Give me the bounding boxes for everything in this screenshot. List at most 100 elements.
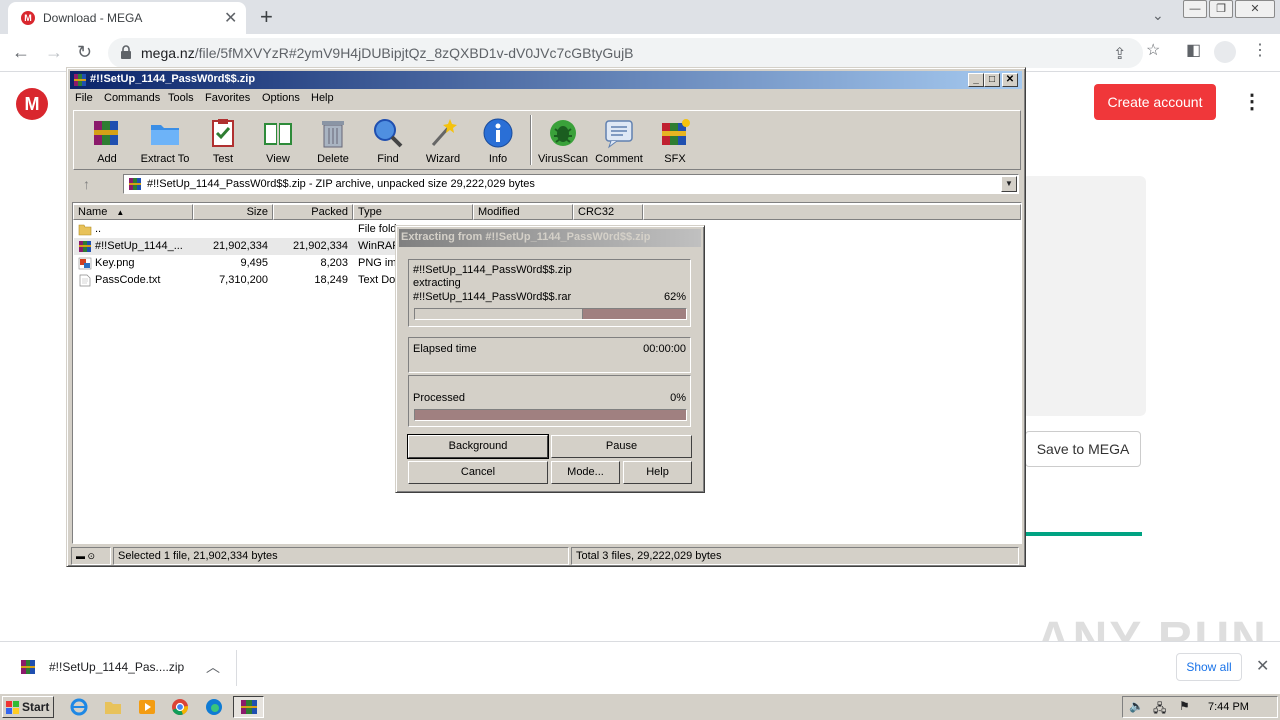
winrar-titlebar[interactable]: #!!SetUp_1144_PassW0rd$$.zip _ □ ✕ <box>70 71 1022 89</box>
file-type: File fold <box>358 223 397 235</box>
winrar-maximize-button[interactable]: □ <box>984 73 1000 87</box>
menu-commands[interactable]: Commands <box>104 92 160 104</box>
volume-icon[interactable]: 🔈 <box>1129 699 1144 713</box>
taskbar-clock[interactable]: 7:44 PM <box>1208 701 1249 713</box>
add-archive-icon <box>94 121 118 145</box>
url-text: mega.nz/file/5fMXVYzR#2ymV9H4jDUBipjtQz_… <box>141 45 634 61</box>
winrar-minimize-button[interactable]: _ <box>968 73 984 87</box>
reload-icon[interactable]: ↻ <box>77 42 92 63</box>
create-account-button[interactable]: Create account <box>1094 84 1216 120</box>
profile-avatar-icon[interactable] <box>1214 41 1236 63</box>
back-arrow-icon[interactable]: ← <box>12 42 30 63</box>
start-button[interactable]: Start <box>2 696 54 718</box>
winrar-close-button[interactable]: ✕ <box>1002 73 1018 87</box>
path-combobox[interactable]: #!!SetUp_1144_PassW0rd$$.zip - ZIP archi… <box>123 174 1019 194</box>
background-button[interactable]: Background <box>407 434 549 459</box>
file-name: .. <box>95 223 102 235</box>
minimize-window-button[interactable]: — <box>1183 0 1207 18</box>
tool-add-button[interactable]: Add <box>78 115 136 169</box>
browser-menu-icon[interactable]: ⋮ <box>1252 40 1268 60</box>
tool-comment-button[interactable]: Comment <box>590 115 648 169</box>
zip-archive-icon <box>129 178 141 190</box>
mega-logo[interactable]: M <box>16 88 48 120</box>
forward-arrow-icon[interactable]: → <box>45 42 63 63</box>
tool-extract-to-button[interactable]: Extract To <box>136 115 194 169</box>
file-size: 9,495 <box>240 257 268 269</box>
extract-dialog-titlebar[interactable]: Extracting from #!!SetUp_1144_PassW0rd$$… <box>399 229 701 247</box>
tool-test-button[interactable]: Test <box>194 115 252 169</box>
internet-explorer-icon[interactable] <box>70 698 88 716</box>
folder-up-icon <box>78 224 92 236</box>
tool-sfx-button[interactable]: SFX <box>646 115 704 169</box>
restore-window-button[interactable]: ❐ <box>1209 0 1233 18</box>
menu-favorites[interactable]: Favorites <box>205 92 250 104</box>
column-header-modified[interactable]: Modified <box>473 204 573 220</box>
find-magnifier-icon <box>374 119 403 148</box>
tool-virusscan-label: VirusScan <box>538 153 588 165</box>
bookmark-star-icon[interactable]: ☆ <box>1146 40 1160 60</box>
tool-virusscan-button[interactable]: VirusScan <box>534 115 592 169</box>
tool-find-button[interactable]: Find <box>359 115 417 169</box>
tool-wizard-button[interactable]: Wizard <box>414 115 472 169</box>
close-tab-icon[interactable]: ✕ <box>224 8 237 28</box>
help-button[interactable]: Help <box>623 461 692 484</box>
column-header-name[interactable]: Name ▲ <box>73 204 193 220</box>
drive-icon: ▬ ⊙ <box>76 551 96 561</box>
media-player-icon[interactable] <box>138 698 156 716</box>
wizard-wand-icon <box>431 119 457 146</box>
extract-progress-dialog: Extracting from #!!SetUp_1144_PassW0rd$$… <box>395 225 705 493</box>
status-drive-icons[interactable]: ▬ ⊙ <box>71 547 111 565</box>
tool-view-button[interactable]: View <box>249 115 307 169</box>
address-bar[interactable]: mega.nz/file/5fMXVYzR#2ymV9H4jDUBipjtQz_… <box>108 38 1143 68</box>
file-size: 21,902,334 <box>212 240 268 252</box>
status-selected: Selected 1 file, 21,902,334 bytes <box>113 547 569 565</box>
lock-icon <box>121 45 131 59</box>
tool-find-label: Find <box>377 153 399 165</box>
menu-file[interactable]: File <box>75 92 93 104</box>
menu-help[interactable]: Help <box>311 92 334 104</box>
mode-button[interactable]: Mode... <box>551 461 620 484</box>
show-all-button[interactable]: Show all <box>1176 653 1242 681</box>
file-progress-bar <box>414 308 687 320</box>
tab-search-chevron-icon[interactable]: ⌄ <box>1152 7 1164 24</box>
column-header-type[interactable]: Type <box>353 204 473 220</box>
chrome-icon[interactable] <box>171 698 189 716</box>
new-tab-icon[interactable]: + <box>260 4 273 30</box>
test-clipboard-icon <box>212 119 234 147</box>
virusscan-bug-icon <box>550 120 576 146</box>
column-name-label: Name <box>78 206 108 218</box>
pause-button[interactable]: Pause <box>551 435 692 458</box>
menu-tools[interactable]: Tools <box>168 92 194 104</box>
more-options-icon[interactable]: ⋮ <box>1242 92 1262 112</box>
zip-download-icon <box>21 660 35 674</box>
file-explorer-icon[interactable] <box>104 698 122 716</box>
tool-delete-button[interactable]: Delete <box>304 115 362 169</box>
up-folder-arrow-icon[interactable]: ↑ <box>83 176 90 192</box>
delete-trash-icon <box>322 121 344 148</box>
column-header-size[interactable]: Size <box>193 204 273 220</box>
table-row-selected[interactable]: #!!SetUp_1144_... 21,902,334 21,902,334 … <box>74 238 396 255</box>
tool-comment-label: Comment <box>595 153 643 165</box>
rar-file-icon <box>79 241 91 252</box>
menu-options[interactable]: Options <box>262 92 300 104</box>
action-center-flag-icon[interactable]: ⚑ <box>1179 699 1190 713</box>
edge-icon[interactable] <box>205 698 223 716</box>
path-dropdown-arrow-icon[interactable]: ▼ <box>1001 176 1017 192</box>
column-header-crc32[interactable]: CRC32 <box>573 204 643 220</box>
network-icon[interactable]: 🖧 <box>1153 699 1166 720</box>
winrar-taskbar-button[interactable] <box>233 696 264 718</box>
column-header-packed[interactable]: Packed <box>273 204 353 220</box>
close-shelf-icon[interactable]: ✕ <box>1256 656 1269 676</box>
close-window-button[interactable]: ✕ <box>1235 0 1275 18</box>
chevron-up-icon[interactable]: ︿ <box>206 657 220 677</box>
mega-favicon-icon: M <box>21 11 35 25</box>
side-panel-icon[interactable]: ◧ <box>1186 40 1201 60</box>
cancel-button[interactable]: Cancel <box>408 461 548 484</box>
tab-active[interactable]: M Download - MEGA ✕ <box>8 2 246 34</box>
share-icon[interactable]: ⇪ <box>1113 44 1126 64</box>
winrar-archive-icon <box>74 74 86 86</box>
save-to-mega-button[interactable]: Save to MEGA <box>1025 431 1141 467</box>
download-file-name[interactable]: #!!SetUp_1144_Pas....zip <box>49 660 184 674</box>
file-packed: 18,249 <box>314 274 348 286</box>
tool-info-button[interactable]: Info <box>469 115 527 169</box>
